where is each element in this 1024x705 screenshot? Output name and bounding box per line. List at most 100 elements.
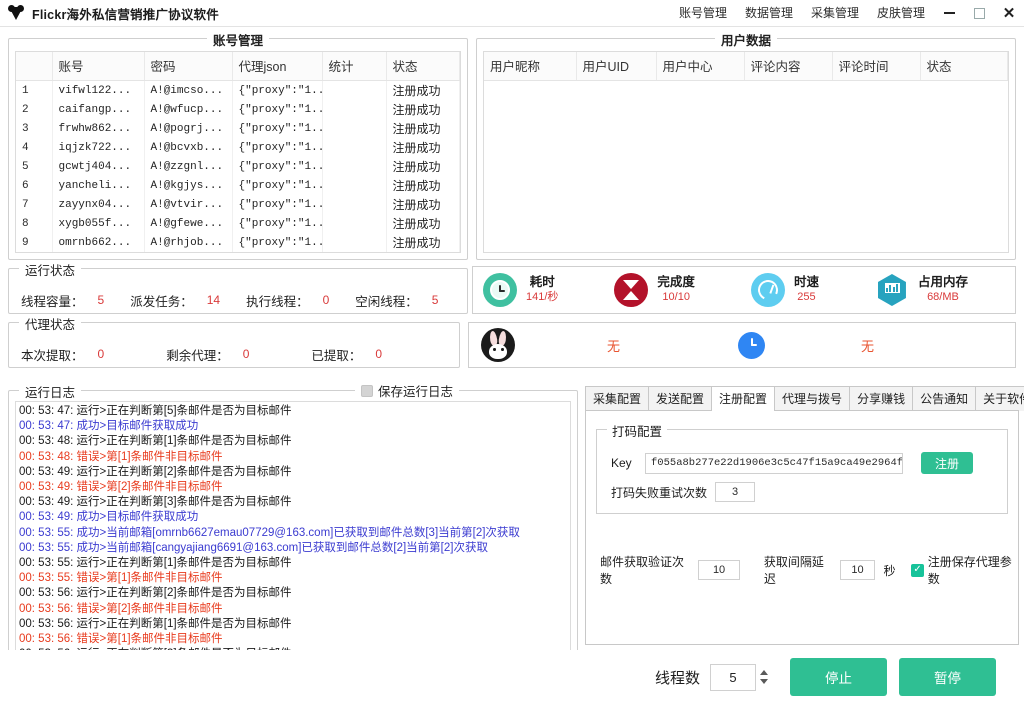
col-comment-time[interactable]: 评论时间 [832,52,920,81]
save-proxy-params-label: 注册保存代理参数 [928,553,1018,587]
table-row[interactable]: 9omrnb662...A!@rhjob...{"proxy":"1...注册成… [16,233,460,252]
accounts-panel: 账号管理 账号 密码 代理json 统计 状态 1vifwl122...A!@i… [8,38,468,260]
close-button[interactable]: ✕ [994,0,1024,27]
tab-send-config[interactable]: 发送配置 [648,386,712,411]
config-tab-bar: 采集配置 发送配置 注册配置 代理与拨号 分享赚钱 公告通知 关于软件 [585,390,1019,411]
tab-share-earn[interactable]: 分享赚钱 [849,386,913,411]
remaining-proxy-value: 0 [243,347,250,361]
idle-threads-value: 5 [432,293,439,307]
save-log-checkbox-group[interactable]: 保存运行日志 [355,381,459,400]
tab-register-config[interactable]: 注册配置 [711,386,775,411]
proxy-status-fields: 本次提取： 0 剩余代理： 0 已提取： 0 [9,341,459,367]
log-output[interactable]: 00: 53: 47: 运行>正在判断第[5]条邮件是否为目标邮件 00: 53… [15,401,571,689]
col-comment[interactable]: 评论内容 [744,52,832,81]
mail-verify-label: 邮件获取验证次数 [600,553,690,587]
mail-verify-input[interactable]: 10 [698,560,740,580]
maximize-button[interactable] [964,0,994,27]
userdata-table-wrap[interactable]: 用户昵称 用户UID 用户中心 评论内容 评论时间 状态 [483,51,1009,253]
menu-data-management[interactable]: 数据管理 [736,0,802,27]
metric-completion-value: 10/10 [657,291,695,305]
captcha-key-input[interactable]: f055a8b277e22d1906e3c5c47f15a9ca49e2964f… [645,453,903,474]
cell-stat [322,176,386,195]
col-nickname[interactable]: 用户昵称 [484,52,576,81]
menu-collect-management[interactable]: 采集管理 [802,0,868,27]
tab-about-software[interactable]: 关于软件 [975,386,1024,411]
thread-count-input[interactable]: 5 [710,664,756,691]
cell-proxy: {"proxy":"1... [232,100,322,119]
metric-memory-value: 68/MB [918,291,968,305]
register-button[interactable]: 注册 [921,452,973,474]
stop-button[interactable]: 停止 [790,658,887,696]
cell-password: A!@vtvir... [144,195,232,214]
footer-bar: 线程数 5 停止 暂停 [0,650,1024,705]
thread-count-stepper[interactable] [756,664,772,691]
col-stats[interactable]: 统计 [322,52,386,81]
blue-clock-icon [738,332,765,359]
userdata-panel: 用户数据 用户昵称 用户UID 用户中心 评论内容 评论时间 状态 [476,38,1016,260]
stepper-down-icon[interactable] [760,679,768,684]
table-row[interactable]: 3frwhw862...A!@pogrj...{"proxy":"1...注册成… [16,119,460,138]
table-row[interactable]: 2caifangp...A!@wfucp...{"proxy":"1...注册成… [16,100,460,119]
log-line: 00: 53: 49: 运行>正在判断第[2]条邮件是否为目标邮件 [19,465,567,480]
cell-index: 1 [16,81,52,101]
cell-account: xygb055f... [52,214,144,233]
metric-elapsed-label: 耗时 [526,275,558,291]
save-proxy-params-checkbox[interactable]: ✓ [911,564,923,577]
idle-threads-label: 空闲线程： [355,291,418,310]
cell-status: 注册成功 [386,119,460,138]
table-row[interactable]: 6yancheli...A!@kgjys...{"proxy":"1...注册成… [16,176,460,195]
cell-index: 2 [16,100,52,119]
col-status[interactable]: 状态 [920,52,1008,81]
table-row[interactable]: 10cangyaji...A!@vluco...{"proxy":"1...注册… [16,252,460,253]
metric-memory-label: 占用内存 [918,275,968,291]
log-line: 00: 53: 49: 错误>第[2]条邮件非目标邮件 [19,480,567,495]
pause-button[interactable]: 暂停 [899,658,996,696]
stepper-up-icon[interactable] [760,670,768,675]
accounts-table-header: 账号 密码 代理json 统计 状态 [16,52,460,81]
col-proxy-json[interactable]: 代理json [232,52,322,81]
col-account[interactable]: 账号 [52,52,144,81]
cell-proxy: {"proxy":"1... [232,138,322,157]
table-row[interactable]: 1vifwl122...A!@imcso...{"proxy":"1...注册成… [16,81,460,101]
cell-password: A!@pogrj... [144,119,232,138]
log-line: 00: 53: 55: 运行>正在判断第[1]条邮件是否为目标邮件 [19,556,567,571]
cell-proxy: {"proxy":"1... [232,119,322,138]
save-log-checkbox[interactable] [361,385,373,397]
col-password[interactable]: 密码 [144,52,232,81]
cell-stat [322,100,386,119]
log-line: 00: 53: 48: 错误>第[1]条邮件非目标邮件 [19,450,567,465]
col-index[interactable] [16,52,52,81]
cell-index: 6 [16,176,52,195]
thread-capacity-label: 线程容量： [21,291,84,310]
register-config-panel: 打码配置 Key f055a8b277e22d1906e3c5c47f15a9c… [585,410,1019,645]
captcha-retry-input[interactable]: 3 [715,482,755,502]
cell-index: 5 [16,157,52,176]
table-row[interactable]: 4iqjzk722...A!@bcvxb...{"proxy":"1...注册成… [16,138,460,157]
minimize-button[interactable] [934,0,964,27]
col-status[interactable]: 状态 [386,52,460,81]
tab-collect-config[interactable]: 采集配置 [585,386,649,411]
accounts-table-body: 1vifwl122...A!@imcso...{"proxy":"1...注册成… [16,81,460,254]
tab-proxy-dial[interactable]: 代理与拨号 [774,386,850,411]
interval-delay-input[interactable]: 10 [840,560,876,580]
save-log-label: 保存运行日志 [378,381,453,400]
log-line: 00: 53: 55: 成功>当前邮箱[omrnb6627emau07729@1… [19,526,567,541]
cell-status: 注册成功 [386,81,460,101]
rabbit-icon [481,328,515,362]
mail-settings-row: 邮件获取验证次数 10 获取间隔延迟 10 秒 ✓ 注册保存代理参数 [600,553,1018,587]
cell-password: A!@wfucp... [144,100,232,119]
accounts-table-wrap[interactable]: 账号 密码 代理json 统计 状态 1vifwl122...A!@imcso.… [15,51,461,253]
app-title: Flickr海外私信营销推广协议软件 [32,4,219,23]
metric-speed-label: 时速 [794,275,819,291]
table-row[interactable]: 7zayynx04...A!@vtvir...{"proxy":"1...注册成… [16,195,460,214]
metric-speed-value: 255 [794,291,819,305]
menu-skin-management[interactable]: 皮肤管理 [868,0,934,27]
menu-account-management[interactable]: 账号管理 [670,0,736,27]
col-usercenter[interactable]: 用户中心 [656,52,744,81]
table-row[interactable]: 5gcwtj404...A!@zzgnl...{"proxy":"1...注册成… [16,157,460,176]
cell-account: vifwl122... [52,81,144,101]
cell-password: A!@gfewe... [144,214,232,233]
col-uid[interactable]: 用户UID [576,52,656,81]
table-row[interactable]: 8xygb055f...A!@gfewe...{"proxy":"1...注册成… [16,214,460,233]
tab-announcement[interactable]: 公告通知 [912,386,976,411]
